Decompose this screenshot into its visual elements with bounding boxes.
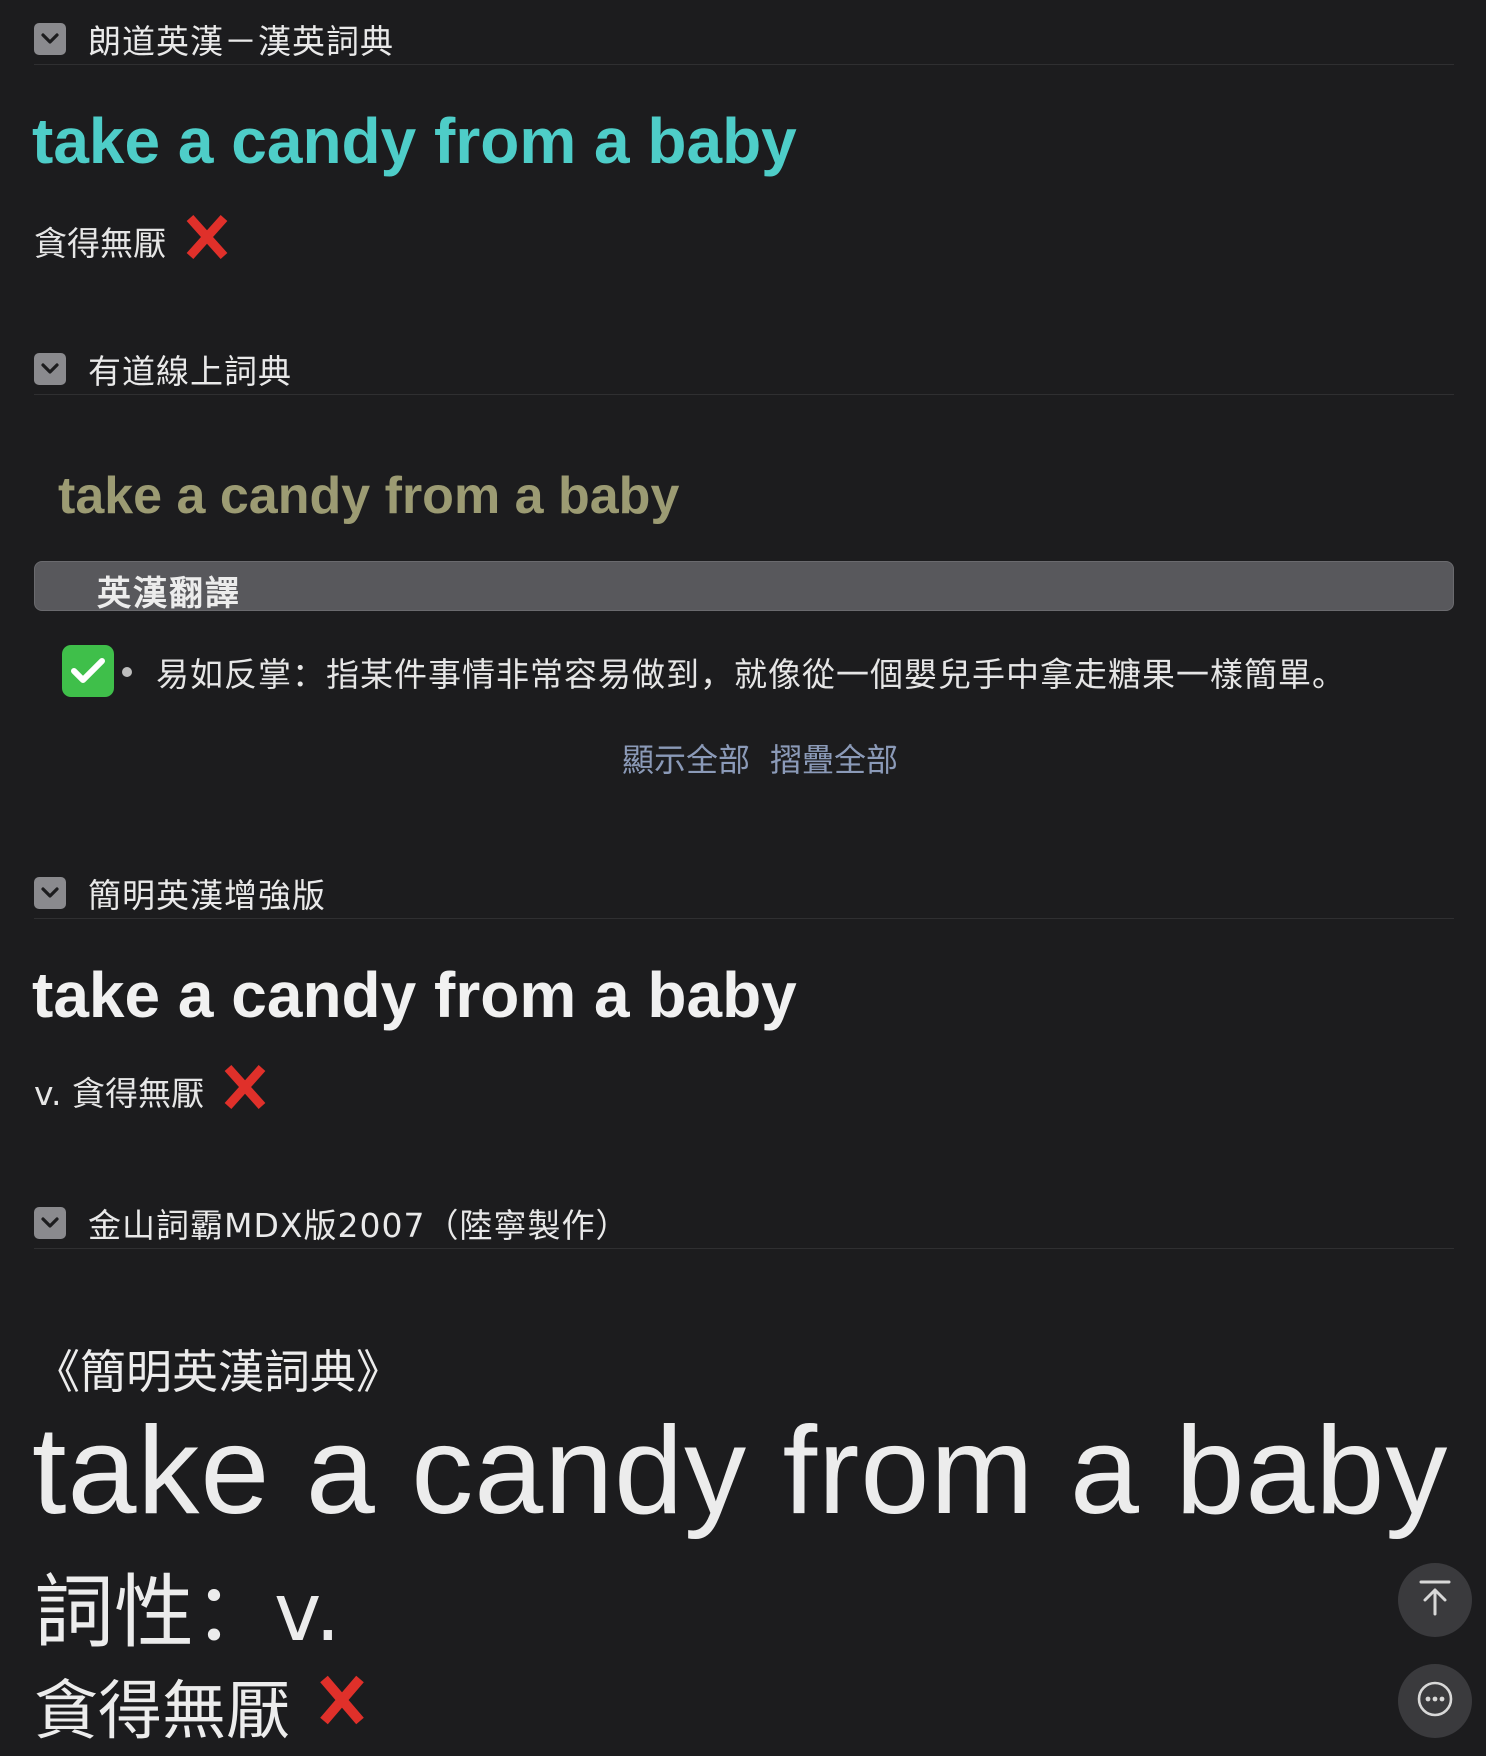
- book-title: 《簡明英漢詞典》: [34, 1345, 402, 1399]
- section-title: 金山詞霸MDX版2007（陸寧製作）: [88, 1206, 630, 1245]
- headword: take a candy from a baby: [32, 105, 797, 177]
- section-header-jianming[interactable]: 簡明英漢增強版: [34, 868, 1454, 919]
- section-title: 朗道英漢－漢英詞典: [88, 22, 394, 61]
- dictionary-page: 朗道英漢－漢英詞典 take a candy from a baby 貪得無厭 …: [0, 0, 1486, 1756]
- definition-text: v. 貪得無厭: [34, 1074, 204, 1113]
- red-cross-mark-icon: [222, 1062, 268, 1120]
- headword: take a candy from a baby: [32, 1402, 1449, 1540]
- section-title: 簡明英漢增強版: [88, 876, 326, 915]
- definition-row: 貪得無厭: [34, 1660, 366, 1752]
- definition-row: 貪得無厭: [34, 212, 230, 270]
- section-header-youdao[interactable]: 有道線上詞典: [34, 344, 1454, 395]
- chevron-down-icon[interactable]: [34, 877, 66, 909]
- more-dots-icon: [1415, 1679, 1455, 1723]
- definition-row: v. 貪得無厭: [34, 1062, 268, 1120]
- expand-controls: 顯示全部 摺疊全部: [622, 735, 898, 781]
- definition-text: 貪得無厭: [34, 224, 166, 263]
- section-header-langdao[interactable]: 朗道英漢－漢英詞典: [34, 14, 1454, 65]
- translation-tab[interactable]: 英漢翻譯: [34, 561, 1454, 614]
- definition-text: 貪得無厭: [34, 1675, 290, 1749]
- scroll-to-top-button[interactable]: [1398, 1563, 1472, 1637]
- arrow-up-to-top-icon: [1418, 1579, 1452, 1621]
- green-check-mark-icon: [62, 645, 114, 697]
- headword: take a candy from a baby: [58, 467, 680, 525]
- red-cross-mark-icon: [184, 212, 230, 270]
- more-button[interactable]: [1398, 1664, 1472, 1738]
- show-all-link[interactable]: 顯示全部: [622, 741, 750, 779]
- translation-text: 易如反掌：指某件事情非常容易做到，就像從一個嬰兒手中拿走糖果一樣簡單。: [156, 655, 1346, 694]
- chevron-down-icon[interactable]: [34, 1207, 66, 1239]
- red-cross-mark-icon: [318, 1669, 366, 1743]
- translation-tab-label: 英漢翻譯: [97, 574, 241, 614]
- list-bullet: [122, 667, 132, 677]
- section-title: 有道線上詞典: [88, 352, 292, 391]
- part-of-speech: 詞性：v.: [34, 1566, 341, 1659]
- headword: take a candy from a baby: [32, 959, 797, 1031]
- chevron-down-icon[interactable]: [34, 23, 66, 55]
- section-header-kingsoft[interactable]: 金山詞霸MDX版2007（陸寧製作）: [34, 1198, 1454, 1249]
- chevron-down-icon[interactable]: [34, 353, 66, 385]
- collapse-all-link[interactable]: 摺疊全部: [770, 741, 898, 779]
